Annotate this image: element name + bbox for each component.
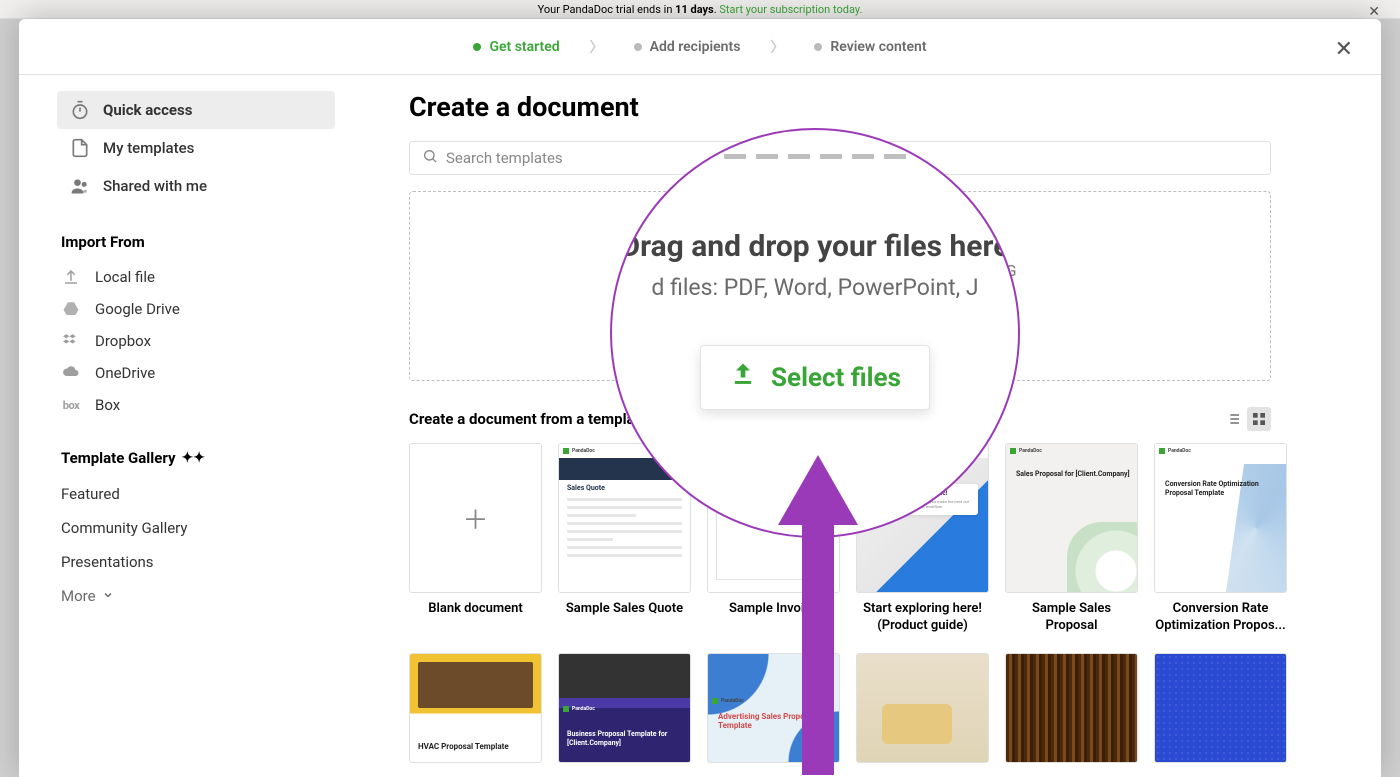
import-item-label: Local file (95, 268, 155, 286)
create-document-modal: Get started 〉 Add recipients 〉 Review co… (19, 19, 1381, 777)
gallery-heading-label: Template Gallery (61, 449, 176, 467)
room-thumbnail (856, 653, 989, 763)
search-input[interactable]: Search templates (409, 141, 1271, 175)
import-item-label: Dropbox (95, 332, 151, 350)
step-dot-icon (814, 43, 822, 51)
blue-thumbnail (1154, 653, 1287, 763)
dropbox-icon (61, 332, 81, 350)
step-dot-icon (634, 43, 642, 51)
template-section-label: Create a document from a template, or (409, 410, 669, 428)
card-label: Sample Sales Proposal (1005, 601, 1138, 635)
invoice-thumbnail: PandaDoc (707, 443, 840, 593)
import-item-label: Google Drive (95, 300, 180, 318)
cro-thumbnail: PandaDoc Conversion Rate Optimization Pr… (1154, 443, 1287, 593)
sidebar-item-label: Quick access (103, 101, 192, 119)
onedrive-icon (61, 364, 81, 382)
template-card-cro[interactable]: PandaDoc Conversion Rate Optimization Pr… (1154, 443, 1287, 635)
file-dropzone[interactable]: Drag and drop your files here Supported … (409, 191, 1271, 381)
step-dot-icon (473, 43, 481, 51)
gallery-more-label: More (61, 587, 96, 605)
trial-text-prefix: Your PandaDoc trial ends in (538, 3, 676, 16)
import-box[interactable]: box Box (57, 389, 335, 421)
template-card-start-exploring[interactable]: PandaDoc Welcome to PandaDoc!This produc… (856, 443, 989, 635)
import-heading: Import From (61, 233, 335, 251)
upload-icon (784, 309, 802, 332)
template-card-sales-quote[interactable]: PandaDoc Sales Quote Sample Sales Quote (558, 443, 691, 635)
page-title: Create a document (409, 91, 1271, 123)
step-label: Add recipients (650, 39, 741, 55)
list-view-button[interactable] (1221, 407, 1245, 431)
template-card-sales-proposal[interactable]: PandaDoc Sales Proposal for [Client.Comp… (1005, 443, 1138, 635)
import-onedrive[interactable]: OneDrive (57, 357, 335, 389)
template-gallery-heading: Template Gallery ✦✦ (61, 449, 335, 467)
step-label: Get started (489, 39, 559, 55)
card-label: Blank document (428, 601, 523, 618)
chevron-down-icon (102, 587, 114, 605)
import-item-label: Box (95, 396, 120, 414)
chevron-right-icon: 〉 (590, 37, 604, 57)
biz-thumbnail: PandaDoc Business Proposal Template for … (558, 653, 691, 763)
step-review-content[interactable]: Review content (814, 39, 926, 55)
import-item-label: OneDrive (95, 364, 155, 382)
card-label: Conversion Rate Optimization Propos... (1154, 601, 1287, 635)
search-icon (422, 148, 438, 168)
modal-stepper: Get started 〉 Add recipients 〉 Review co… (19, 19, 1381, 75)
template-card-room[interactable] (856, 653, 989, 763)
gallery-presentations[interactable]: Presentations (57, 545, 335, 579)
card-label: Sample Invoice (729, 601, 818, 618)
dropzone-subtitle: Supported files: PDF, Word, PowerPoint, … (663, 261, 1016, 280)
select-files-label: Select files (812, 311, 896, 329)
gallery-more[interactable]: More (57, 579, 335, 613)
close-button[interactable]: ✕ (1329, 35, 1359, 63)
box-icon: box (61, 399, 81, 412)
card-label: Sample Sales Quote (566, 601, 683, 618)
template-card-wood[interactable] (1005, 653, 1138, 763)
dropzone-title: Drag and drop your files here (697, 232, 982, 257)
import-local-file[interactable]: Local file (57, 261, 335, 293)
step-get-started[interactable]: Get started (473, 39, 559, 55)
google-drive-icon (61, 300, 81, 318)
sales-thumbnail: PandaDoc Sales Proposal for [Client.Comp… (1005, 443, 1138, 593)
template-card-hvac[interactable]: HVAC Proposal Template (409, 653, 542, 763)
sidebar-item-quick-access[interactable]: Quick access (57, 91, 335, 129)
card-label: Start exploring here! (Product guide) (856, 601, 989, 635)
upload-icon (61, 268, 81, 286)
view-toggle (1221, 407, 1271, 431)
template-card-blank[interactable]: ＋ Blank document (409, 443, 542, 635)
template-card-blue[interactable] (1154, 653, 1287, 763)
stopwatch-icon (69, 99, 91, 121)
adv-thumbnail: PandaDoc Advertising Sales Proposal Temp… (707, 653, 840, 763)
quote-thumbnail: PandaDoc Sales Quote (558, 443, 691, 593)
import-google-drive[interactable]: Google Drive (57, 293, 335, 325)
trial-days: 11 days (675, 3, 714, 16)
sidebar-item-label: Shared with me (103, 177, 207, 195)
sidebar-item-label: My templates (103, 139, 194, 157)
sidebar-item-my-templates[interactable]: My templates (57, 129, 335, 167)
people-icon (69, 175, 91, 197)
step-add-recipients[interactable]: Add recipients (634, 39, 741, 55)
start-thumbnail: PandaDoc Welcome to PandaDoc!This produc… (856, 443, 989, 593)
chevron-right-icon: 〉 (770, 37, 784, 57)
sidebar-item-shared-with-me[interactable]: Shared with me (57, 167, 335, 205)
search-placeholder: Search templates (446, 149, 563, 167)
import-dropbox[interactable]: Dropbox (57, 325, 335, 357)
blank-thumbnail: ＋ (409, 443, 542, 593)
sparkle-icon: ✦✦ (182, 450, 205, 466)
document-icon (69, 137, 91, 159)
hvac-thumbnail: HVAC Proposal Template (409, 653, 542, 763)
gallery-featured[interactable]: Featured (57, 477, 335, 511)
template-card-advertising[interactable]: PandaDoc Advertising Sales Proposal Temp… (707, 653, 840, 763)
wood-thumbnail (1005, 653, 1138, 763)
trial-banner: Your PandaDoc trial ends in 11 days. Sta… (0, 0, 1400, 19)
select-files-button[interactable]: Select files (767, 300, 913, 341)
grid-view-button[interactable] (1247, 407, 1271, 431)
template-card-invoice[interactable]: PandaDoc Sample Invoice (707, 443, 840, 635)
template-card-business-proposal[interactable]: PandaDoc Business Proposal Template for … (558, 653, 691, 763)
trial-link[interactable]: Start your subscription today. (719, 3, 862, 16)
main-content: Create a document Search templates Drag … (359, 75, 1381, 777)
gallery-community[interactable]: Community Gallery (57, 511, 335, 545)
step-label: Review content (830, 39, 926, 55)
sidebar: Quick access My templates Shared with me… (19, 75, 359, 777)
